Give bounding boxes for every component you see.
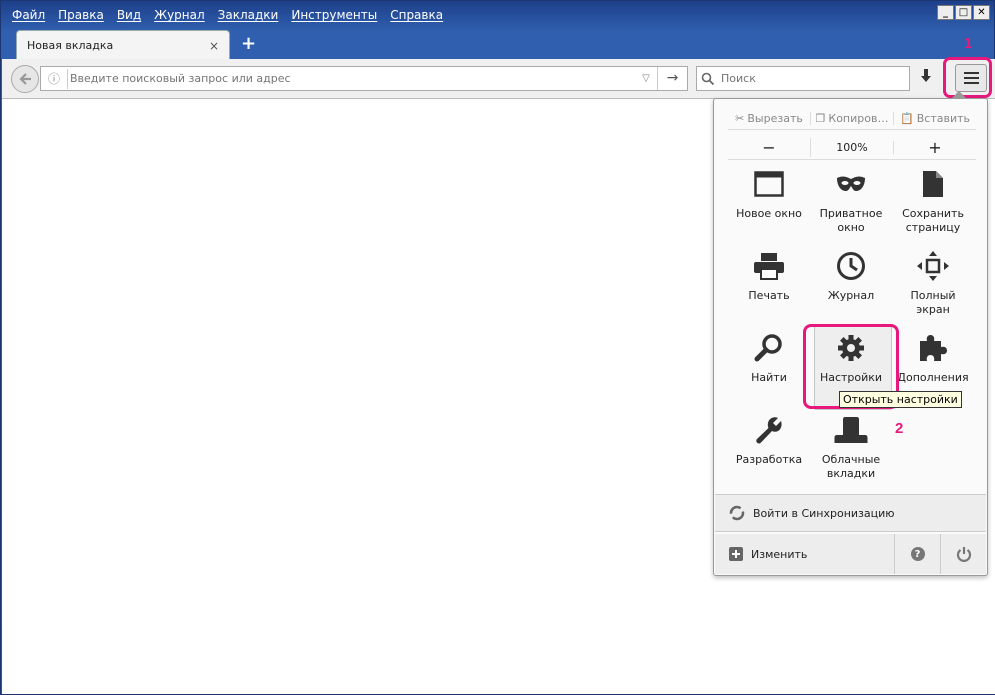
navigation-toolbar: ⓘ ▽ → <box>2 59 995 99</box>
window-controls: _ □ ✕ <box>937 5 990 20</box>
info-icon[interactable]: ⓘ <box>41 70 67 87</box>
private-window-button[interactable]: Приватное окно <box>810 167 892 245</box>
step-number-2: 2 <box>895 420 904 437</box>
panel-footer: Изменить ? <box>715 534 986 574</box>
preferences-tooltip: Открыть настройки <box>839 391 962 408</box>
new-window-icon <box>754 171 784 197</box>
sync-signin-button[interactable]: Войти в Синхронизацию <box>715 494 986 532</box>
scissors-icon: ✂ <box>735 112 745 125</box>
power-icon <box>956 547 971 562</box>
history-clock-icon <box>837 252 865 280</box>
find-label: Найти <box>751 371 787 384</box>
tab-strip: Новая вкладка × + <box>1 29 995 60</box>
zoom-in-button[interactable]: + <box>894 138 976 157</box>
new-window-button[interactable]: Новое окно <box>728 167 810 245</box>
cut-button[interactable]: ✂ Вырезать <box>728 112 811 125</box>
customize-button[interactable]: Изменить <box>715 534 894 574</box>
download-icon[interactable] <box>919 68 933 88</box>
tab-new[interactable]: Новая вкладка × <box>16 30 230 60</box>
menu-view[interactable]: Вид <box>117 8 141 22</box>
cut-label: Вырезать <box>747 112 803 125</box>
synced-tabs-button[interactable]: Облачные вкладки <box>810 413 892 491</box>
private-mask-icon <box>837 176 865 191</box>
paste-button[interactable]: 📋 Вставить <box>894 112 976 125</box>
wrench-icon <box>756 417 782 444</box>
private-window-label: Приватное окно <box>819 207 883 234</box>
browser-window: _ □ ✕ Файл Правка Вид Журнал Закладки Ин… <box>0 0 995 695</box>
addons-label: Дополнения <box>897 371 969 384</box>
url-input[interactable] <box>67 68 635 89</box>
save-page-label: Сохранить страницу <box>902 207 964 234</box>
url-bar[interactable]: ⓘ ▽ → <box>40 66 688 91</box>
menu-history[interactable]: Журнал <box>154 8 205 22</box>
history-button[interactable]: Журнал <box>810 249 892 327</box>
copy-label: Копиров… <box>828 112 889 125</box>
copy-icon: ❐ <box>815 112 826 125</box>
developer-button[interactable]: Разработка <box>728 413 810 491</box>
maximize-button[interactable]: □ <box>955 5 972 20</box>
dropdown-arrow-icon[interactable]: ▽ <box>635 73 657 84</box>
paste-label: Вставить <box>916 112 970 125</box>
save-page-button[interactable]: Сохранить страницу <box>892 167 974 245</box>
clipboard-icon: 📋 <box>900 112 914 125</box>
menu-bookmarks[interactable]: Закладки <box>218 8 279 22</box>
sync-icon <box>729 505 745 521</box>
synced-tabs-label: Облачные вкладки <box>821 453 881 480</box>
menu-bar: Файл Правка Вид Журнал Закладки Инструме… <box>2 2 932 28</box>
plus-square-icon <box>729 547 743 561</box>
print-button[interactable]: Печать <box>728 249 810 327</box>
close-tab-icon[interactable]: × <box>209 39 219 53</box>
sync-label: Войти в Синхронизацию <box>753 506 895 520</box>
print-label: Печать <box>748 289 790 302</box>
zoom-controls: − 100% + <box>728 136 976 160</box>
customize-label: Изменить <box>751 547 808 561</box>
fullscreen-label: Полный экран <box>910 289 956 316</box>
zoom-reset-button[interactable]: 100% <box>811 141 894 154</box>
tab-title: Новая вкладка <box>27 39 114 52</box>
fullscreen-icon <box>917 251 949 281</box>
step-number-1: 1 <box>964 35 973 52</box>
close-window-button[interactable]: ✕ <box>973 5 990 20</box>
cloud-tabs-icon <box>834 417 868 443</box>
search-icon <box>754 334 782 362</box>
back-button[interactable] <box>11 65 39 93</box>
copy-button[interactable]: ❐ Копиров… <box>811 112 894 125</box>
menu-help[interactable]: Справка <box>390 8 443 22</box>
puzzle-icon <box>920 335 947 361</box>
back-arrow-icon <box>19 73 31 85</box>
search-bar[interactable] <box>696 66 910 91</box>
search-icon <box>701 72 715 85</box>
save-page-icon <box>923 171 943 197</box>
go-arrow-icon[interactable]: → <box>657 67 687 90</box>
help-icon: ? <box>910 547 925 561</box>
menu-file[interactable]: Файл <box>12 8 45 22</box>
new-tab-button[interactable]: + <box>241 33 256 54</box>
developer-label: Разработка <box>735 453 803 466</box>
menu-edit[interactable]: Правка <box>58 8 104 22</box>
search-input[interactable] <box>719 71 909 86</box>
quit-button[interactable] <box>940 534 986 574</box>
fullscreen-button[interactable]: Полный экран <box>892 249 974 327</box>
panel-arrow <box>951 91 967 99</box>
history-label: Журнал <box>827 289 875 302</box>
new-window-label: Новое окно <box>736 207 802 220</box>
minimize-button[interactable]: _ <box>937 5 954 20</box>
menu-tools[interactable]: Инструменты <box>291 8 377 22</box>
help-button[interactable]: ? <box>894 534 940 574</box>
zoom-out-button[interactable]: − <box>728 138 811 157</box>
find-button[interactable]: Найти <box>728 331 810 409</box>
edit-controls: ✂ Вырезать ❐ Копиров… 📋 Вставить <box>728 108 976 130</box>
printer-icon <box>754 253 784 280</box>
